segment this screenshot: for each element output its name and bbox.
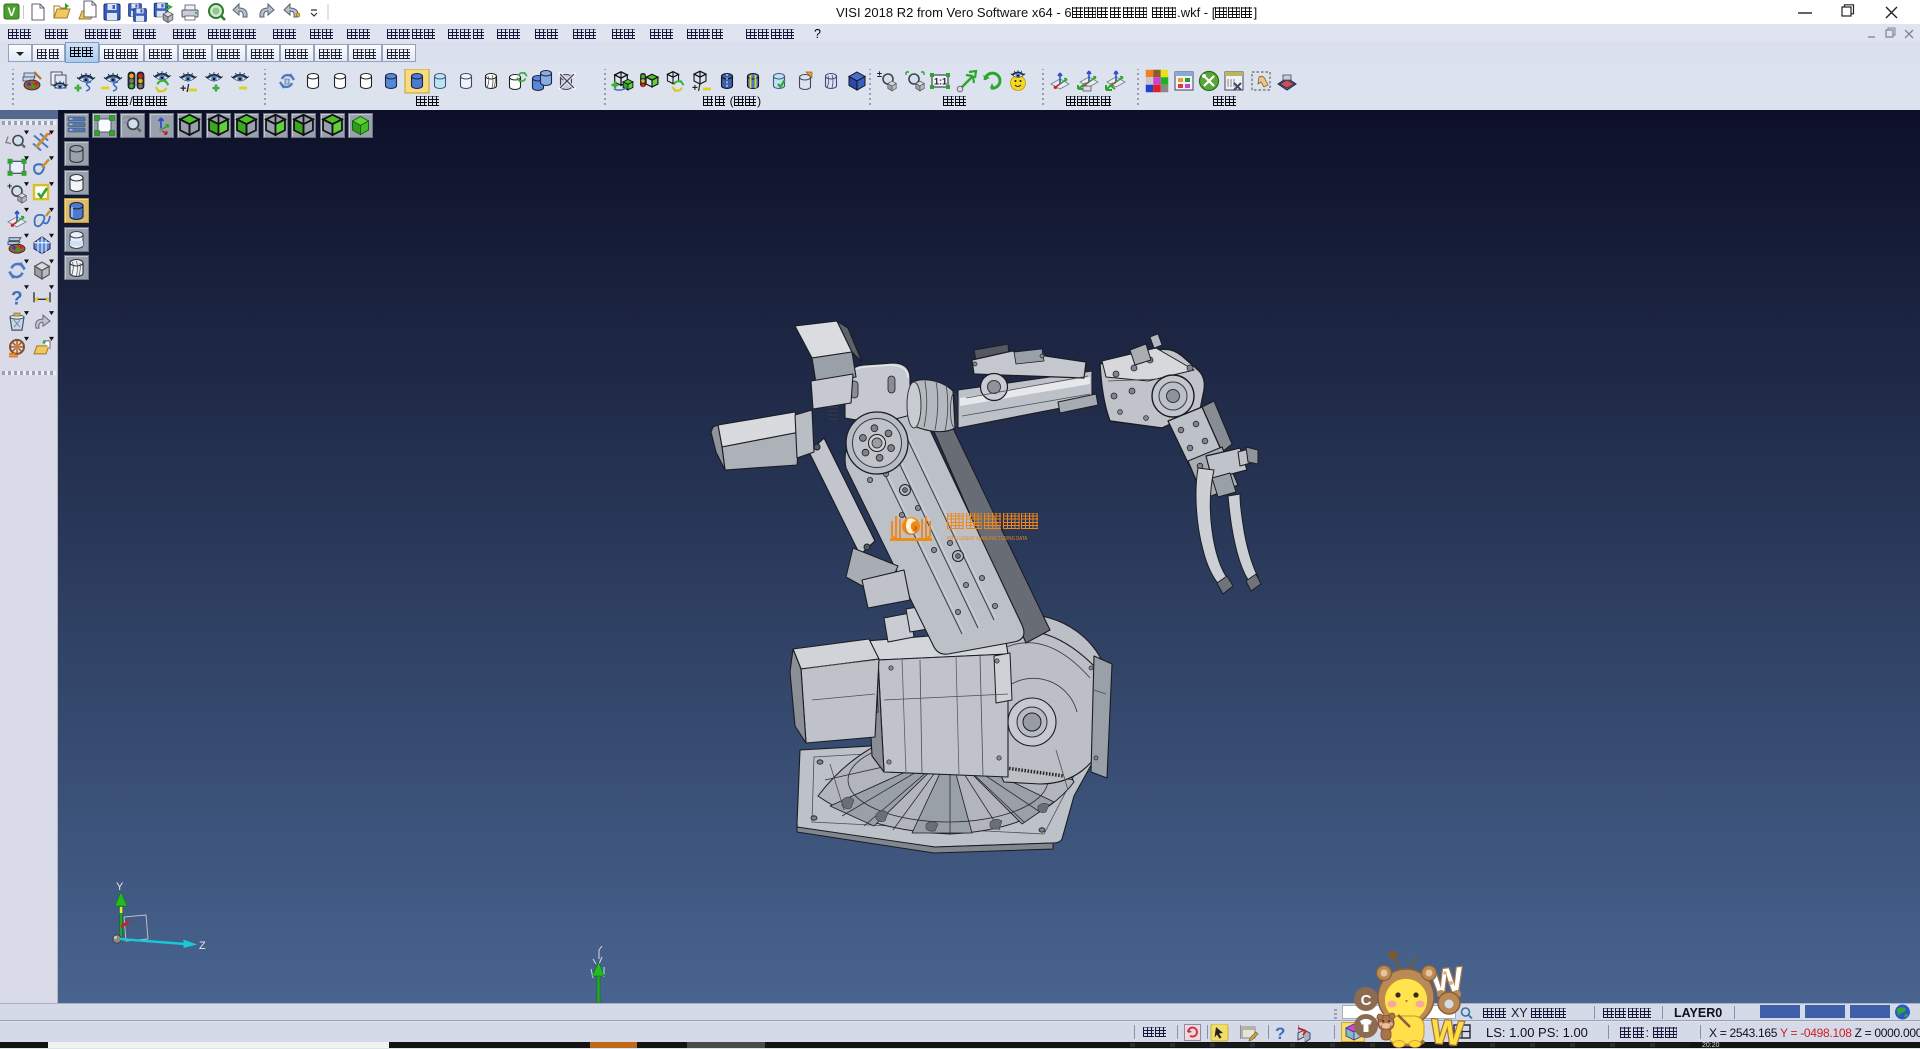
svg-text:V: V	[7, 5, 15, 19]
svg-text:Z: Z	[199, 940, 206, 952]
svg-text:+: +	[7, 181, 12, 191]
svg-text:C: C	[1361, 992, 1372, 1009]
svg-text:+/: +/	[180, 83, 189, 95]
svg-text:±: ±	[877, 69, 882, 79]
svg-text:1:1: 1:1	[934, 77, 947, 87]
svg-text:W: W	[1429, 1013, 1465, 1048]
svg-text:?: ?	[11, 288, 23, 309]
svg-text:?: ?	[1275, 1024, 1285, 1042]
svg-text:+/: +/	[692, 83, 701, 94]
svg-text:Y: Y	[116, 881, 124, 893]
